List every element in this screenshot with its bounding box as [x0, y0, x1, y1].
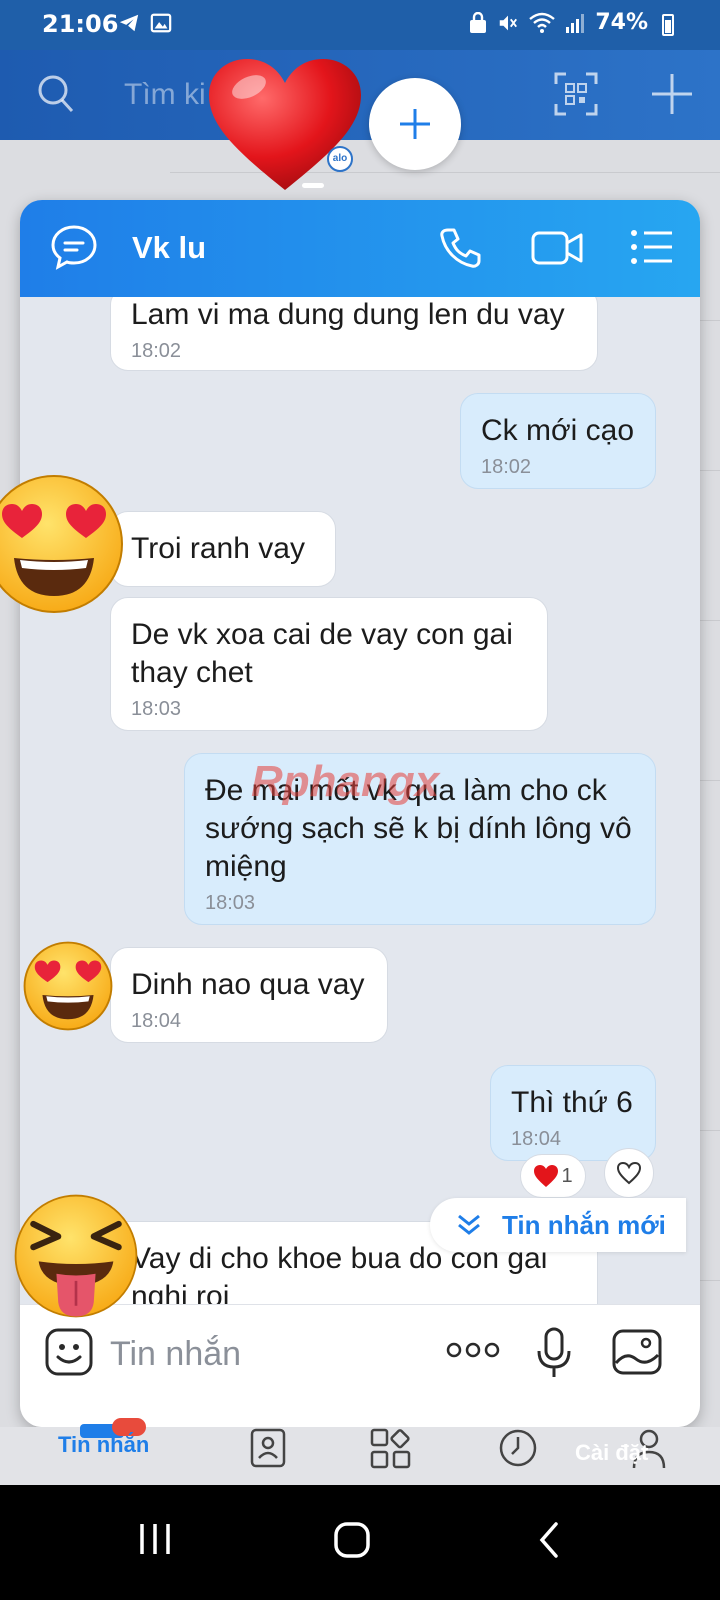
tab-messages-label[interactable]: Tin nhắn [58, 1432, 149, 1458]
contact-name: Vk lu [132, 230, 207, 265]
search-icon[interactable] [36, 72, 76, 116]
add-icon[interactable] [650, 72, 694, 116]
qr-scan-icon[interactable] [554, 72, 598, 116]
wifi-icon [529, 12, 556, 33]
contacts-icon[interactable] [250, 1428, 286, 1468]
signal-icon [566, 13, 585, 33]
message-time: 18:02 [481, 456, 532, 478]
image-icon[interactable] [612, 1329, 662, 1375]
reaction-count: 1 [561, 1164, 573, 1187]
message-text: Lam vi ma dung dung len du vay [131, 298, 565, 331]
message-list[interactable]: Lam vi ma dung dung len du vay 18:02 Ck … [20, 297, 700, 1332]
sticker-icon[interactable] [44, 1327, 94, 1377]
tab-settings-label[interactable]: Cài đặt [575, 1440, 648, 1466]
message-time: 18:04 [131, 1010, 182, 1032]
new-messages-label: Tin nhắn mới [502, 1209, 666, 1240]
like-button[interactable] [604, 1148, 654, 1198]
heart-icon [534, 1165, 559, 1187]
heart-eyes-emoji [0, 475, 123, 613]
mute-icon [500, 15, 518, 30]
received-message[interactable]: Troi ranh vay [110, 511, 336, 587]
status-time: 21:06 [42, 10, 119, 38]
status-right-icons: 74% [469, 10, 672, 35]
received-message[interactable]: De vk xoa cai de vay con gai thay chet 1… [110, 597, 548, 731]
message-time: 18:02 [131, 340, 182, 362]
video-call-icon[interactable] [531, 230, 583, 266]
message-input[interactable]: Tin nhắn [110, 1335, 241, 1374]
message-time: 18:04 [511, 1128, 562, 1150]
plus-icon [400, 109, 430, 139]
double-chevron-down-icon [458, 1214, 480, 1235]
timeline-clock-icon[interactable] [498, 1428, 538, 1468]
tongue-out-emoji [14, 1194, 138, 1318]
discover-icon[interactable] [370, 1428, 412, 1470]
chat-icon[interactable] [50, 224, 98, 270]
floating-add-button[interactable] [369, 78, 461, 170]
recent-apps-icon[interactable] [138, 1522, 172, 1556]
message-time: 18:03 [205, 892, 256, 914]
message-text: De vk xoa cai de vay con gai thay chet [131, 618, 513, 689]
sent-message[interactable]: Ck mới cạo 18:02 [460, 393, 656, 489]
more-options-icon[interactable] [446, 1341, 500, 1359]
heart-sticker [209, 59, 361, 190]
received-message[interactable]: Dinh nao qua vay 18:04 [110, 947, 388, 1043]
heart-outline-icon [616, 1161, 642, 1185]
telegram-icon [119, 14, 139, 32]
sent-message[interactable]: Thì thứ 6 18:04 [490, 1065, 656, 1161]
status-bar: 21:06 74% [0, 0, 720, 50]
message-text: Dinh nao qua vay [131, 968, 365, 1001]
received-message[interactable]: Lam vi ma dung dung len du vay 18:02 [110, 297, 598, 371]
system-nav-bar [0, 1485, 720, 1600]
message-text: Ck mới cạo [481, 414, 635, 447]
battery-percent: 74% [595, 10, 648, 35]
message-composer: Tin nhắn [20, 1304, 700, 1427]
message-text: Thì thứ 6 [511, 1086, 633, 1119]
watermark-logo: Rphangx [251, 757, 441, 806]
search-input[interactable]: Tìm ki [124, 78, 206, 112]
home-icon[interactable] [334, 1522, 370, 1558]
phone-icon[interactable] [438, 226, 482, 270]
gallery-icon [150, 13, 172, 33]
zalo-badge: alo [327, 146, 353, 172]
status-notification-icons [118, 12, 172, 34]
reaction-badge[interactable]: 1 [520, 1154, 586, 1198]
message-text: Troi ranh vay [131, 532, 305, 565]
menu-icon[interactable] [630, 228, 674, 266]
svg-text:Rphangx: Rphangx [251, 757, 441, 806]
new-messages-button[interactable]: Tin nhắn mới [430, 1198, 686, 1252]
message-time: 18:03 [131, 698, 182, 720]
chat-header: Vk lu [20, 200, 700, 297]
sent-message[interactable]: Đe mai mốt vk qua làm cho ck sướng sạch … [184, 753, 656, 925]
heart-eyes-emoji [23, 941, 113, 1031]
drag-handle[interactable] [302, 183, 324, 188]
battery-icon [662, 14, 674, 36]
back-icon[interactable] [538, 1522, 560, 1558]
vpn-lock-icon [470, 11, 487, 33]
microphone-icon[interactable] [536, 1327, 572, 1379]
